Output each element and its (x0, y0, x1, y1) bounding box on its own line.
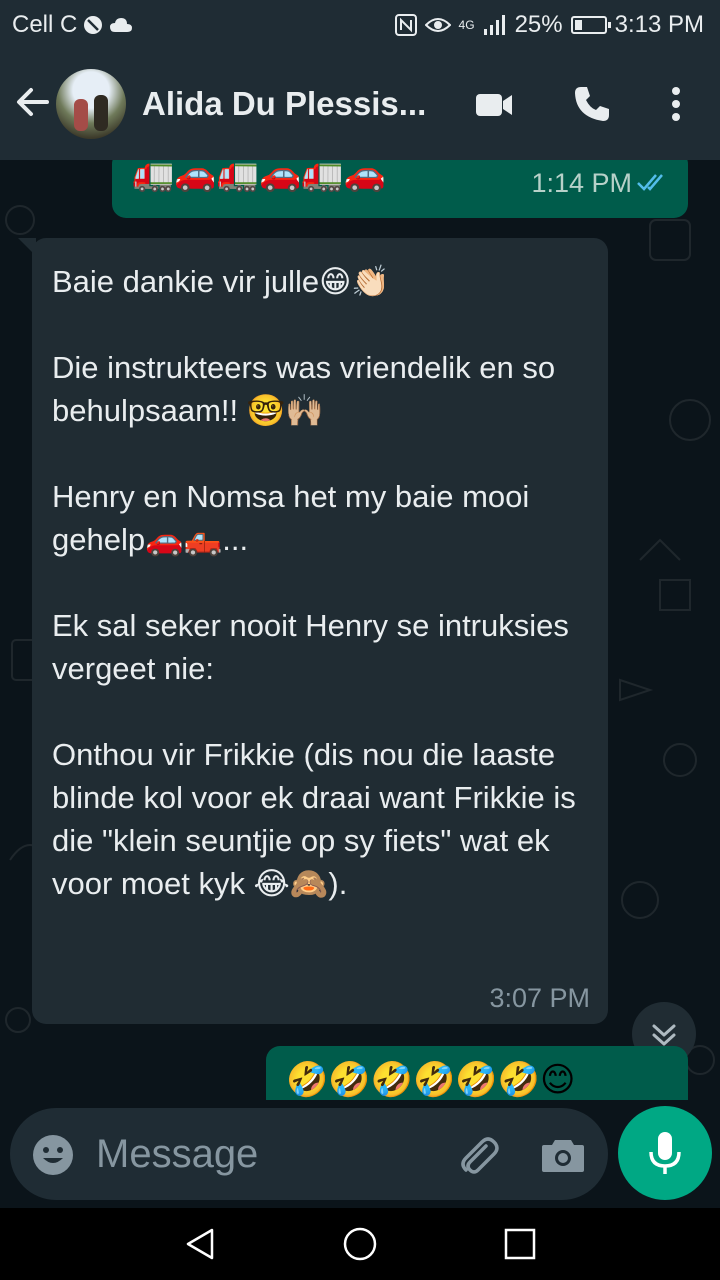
whatsapp-chat-screen: Cell C 4G 25% 3:13 PM Alida Du Plessis..… (0, 0, 720, 1280)
message-text: Baie dankie vir julle😁👏🏻 Die instrukteer… (52, 264, 576, 901)
more-options-icon[interactable] (656, 84, 696, 124)
network-type: 4G (458, 18, 475, 32)
system-navigation-bar (0, 1208, 720, 1280)
back-nav-icon[interactable] (182, 1226, 218, 1262)
chat-header: Alida Du Plessis... (0, 50, 720, 160)
battery-level (574, 20, 582, 30)
nfc-icon (394, 14, 417, 36)
status-left: Cell C (12, 11, 133, 39)
camera-icon[interactable] (540, 1132, 586, 1178)
status-bar: Cell C 4G 25% 3:13 PM (0, 0, 720, 50)
outgoing-message-bubble[interactable]: 🤣🤣🤣🤣🤣🤣😊 (266, 1046, 688, 1100)
message-emojis: 🤣🤣🤣🤣🤣🤣😊 (286, 1061, 576, 1099)
message-emojis: 🚛🚗🚛🚗🚛🚗 (132, 160, 387, 193)
bubble-tail (18, 238, 36, 256)
battery-icon (570, 16, 611, 34)
contact-avatar[interactable] (56, 69, 126, 139)
incoming-message-bubble[interactable]: Baie dankie vir julle😁👏🏻 Die instrukteer… (18, 238, 608, 1024)
recents-nav-icon[interactable] (502, 1226, 538, 1262)
voice-message-button[interactable] (618, 1106, 712, 1200)
outgoing-message-bubble[interactable]: 🚛🚗🚛🚗🚛🚗 1:14 PM (112, 160, 688, 218)
contact-name[interactable]: Alida Du Plessis... (142, 85, 442, 123)
carrier-name: Cell C (12, 11, 78, 38)
clock: 3:13 PM (614, 11, 704, 38)
message-input[interactable]: Message (96, 1132, 258, 1177)
message-time: 3:07 PM (489, 983, 590, 1013)
message-time: 1:14 PM (531, 168, 632, 198)
message-composer[interactable]: Message (10, 1108, 608, 1200)
cloud-icon (110, 18, 133, 32)
battery-percent: 25% (514, 11, 563, 38)
eye-comfort-icon (424, 18, 451, 32)
chat-area[interactable]: 🚛🚗🚛🚗🚛🚗 1:14 PM Baie dankie vir julle😁👏🏻 … (0, 160, 720, 1100)
no-disturb-icon (84, 16, 103, 34)
back-arrow-icon[interactable] (14, 84, 50, 120)
home-nav-icon[interactable] (342, 1226, 378, 1262)
voice-call-icon[interactable] (572, 84, 612, 124)
emoji-icon[interactable] (32, 1134, 74, 1176)
attachment-icon[interactable] (454, 1132, 500, 1178)
microphone-icon (649, 1132, 681, 1174)
read-receipt-icon (637, 174, 663, 191)
signal-icon (483, 15, 505, 35)
video-call-icon[interactable] (474, 84, 514, 124)
status-right: 4G 25% 3:13 PM (394, 11, 704, 39)
